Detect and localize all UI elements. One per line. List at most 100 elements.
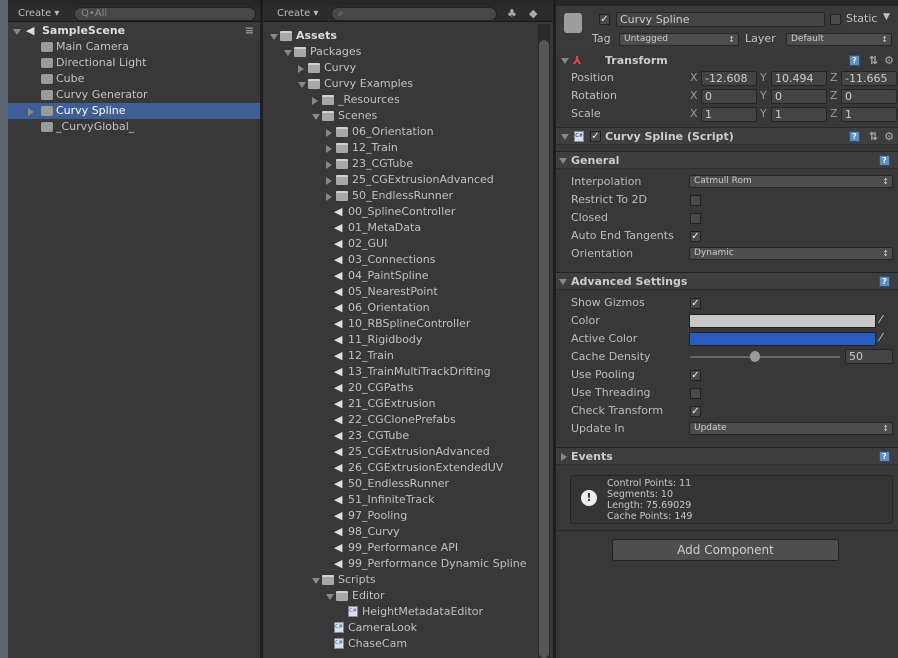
static-label[interactable]: Static: [846, 12, 877, 25]
help-icon[interactable]: ?: [849, 55, 860, 66]
check-transform-checkbox[interactable]: ✓: [690, 406, 701, 417]
filter-label-icon[interactable]: ◆: [529, 7, 537, 20]
project-item[interactable]: ◀ 10_RBSplineController: [263, 316, 553, 332]
advanced-section-header[interactable]: Advanced Settings ?: [556, 272, 898, 290]
scene-menu-icon[interactable]: ≡: [245, 23, 254, 39]
project-item[interactable]: ◀ 51_InfiniteTrack: [263, 492, 553, 508]
cache-density-field[interactable]: 50: [845, 349, 893, 364]
hierarchy-item[interactable]: Directional Light: [8, 55, 260, 71]
name-field[interactable]: Curvy Spline: [616, 12, 825, 27]
expand-arrow-icon[interactable]: [312, 578, 320, 584]
project-item[interactable]: Scenes: [263, 108, 553, 124]
project-item[interactable]: ◀ 23_CGTube: [263, 428, 553, 444]
project-item[interactable]: Packages: [263, 44, 553, 60]
cache-density-slider[interactable]: [690, 351, 840, 362]
project-item[interactable]: 50_EndlessRunner: [263, 188, 553, 204]
add-component-button[interactable]: Add Component: [612, 539, 839, 561]
expand-arrow-icon[interactable]: [312, 114, 320, 120]
general-section-header[interactable]: General ?: [556, 151, 898, 169]
project-item[interactable]: ◀ 11_Rigidbody: [263, 332, 553, 348]
scene-row[interactable]: ◀ SampleScene ≡: [8, 23, 260, 39]
transform-x-field[interactable]: -12.608: [701, 71, 757, 86]
tag-dropdown[interactable]: Untagged: [619, 33, 739, 46]
eyedropper-icon[interactable]: ⁄: [880, 331, 882, 344]
restrict-2d-checkbox[interactable]: [690, 195, 701, 206]
color-swatch[interactable]: [689, 314, 876, 328]
project-item[interactable]: C# CameraLook: [263, 620, 553, 636]
expand-arrow-icon[interactable]: [326, 594, 334, 600]
project-item[interactable]: ◀ 02_GUI: [263, 236, 553, 252]
layer-dropdown[interactable]: Default: [786, 33, 892, 46]
project-item[interactable]: ◀ 98_Curvy: [263, 524, 553, 540]
slider-knob[interactable]: [749, 351, 760, 362]
project-item[interactable]: _Resources: [263, 92, 553, 108]
project-item[interactable]: ◀ 26_CGExtrusionExtendedUV: [263, 460, 553, 476]
expand-arrow-icon[interactable]: [326, 177, 332, 185]
closed-checkbox[interactable]: [690, 213, 701, 224]
project-item[interactable]: ◀ 99_Performance API: [263, 540, 553, 556]
expand-arrow-icon[interactable]: [13, 29, 21, 35]
preset-icon[interactable]: ⇅: [869, 52, 878, 69]
static-dropdown-icon[interactable]: ▼: [883, 12, 890, 22]
expand-arrow-icon[interactable]: [312, 97, 318, 105]
project-item[interactable]: ◀ 05_NearestPoint: [263, 284, 553, 300]
expand-arrow-icon[interactable]: [284, 50, 292, 56]
eyedropper-icon[interactable]: ⁄: [880, 313, 882, 326]
hierarchy-item[interactable]: _CurvyGlobal_: [8, 119, 260, 135]
update-in-dropdown[interactable]: Update: [689, 422, 893, 435]
project-item[interactable]: ◀ 03_Connections: [263, 252, 553, 268]
project-item[interactable]: ◀ 99_Performance Dynamic Spline: [263, 556, 553, 572]
active-checkbox[interactable]: ✓: [599, 14, 610, 25]
project-item[interactable]: ◀ 20_CGPaths: [263, 380, 553, 396]
help-icon[interactable]: ?: [879, 276, 890, 287]
show-gizmos-checkbox[interactable]: ✓: [690, 298, 701, 309]
project-item[interactable]: 23_CGTube: [263, 156, 553, 172]
gear-icon[interactable]: ⚙: [884, 128, 894, 145]
project-search-input[interactable]: ⌕: [331, 7, 497, 21]
project-item[interactable]: ◀ 13_TrainMultiTrackDrifting: [263, 364, 553, 380]
expand-arrow-icon[interactable]: [326, 145, 332, 153]
static-checkbox[interactable]: [830, 14, 841, 25]
expand-arrow-icon[interactable]: [270, 34, 278, 40]
transform-x-field[interactable]: 1: [701, 107, 757, 122]
project-item[interactable]: ◀ 22_CGClonePrefabs: [263, 412, 553, 428]
expand-arrow-icon[interactable]: [326, 193, 332, 201]
project-item[interactable]: ◀ 06_Orientation: [263, 300, 553, 316]
transform-header[interactable]: ⅄ Transform ? ⇅ ⚙: [556, 52, 898, 70]
project-item[interactable]: ◀ 25_CGExtrusionAdvanced: [263, 444, 553, 460]
orientation-dropdown[interactable]: Dynamic: [689, 247, 893, 260]
project-item[interactable]: Scripts: [263, 572, 553, 588]
project-item[interactable]: ◀ 01_MetaData: [263, 220, 553, 236]
script-header[interactable]: C# ✓ Curvy Spline (Script) ? ⇅ ⚙: [556, 127, 898, 145]
preset-icon[interactable]: ⇅: [869, 128, 878, 145]
project-item[interactable]: ◀ 00_SplineController: [263, 204, 553, 220]
transform-y-field[interactable]: 0: [771, 89, 827, 104]
project-item[interactable]: Curvy: [263, 60, 553, 76]
help-icon[interactable]: ?: [879, 451, 890, 462]
gear-icon[interactable]: ⚙: [884, 52, 894, 69]
use-threading-checkbox[interactable]: [690, 388, 701, 399]
transform-z-field[interactable]: 0: [841, 89, 897, 104]
expand-arrow-icon[interactable]: [326, 161, 332, 169]
help-icon[interactable]: ?: [849, 131, 860, 142]
project-create-button[interactable]: Create ▾: [271, 7, 318, 21]
auto-end-tangents-checkbox[interactable]: ✓: [690, 231, 701, 242]
project-item[interactable]: Curvy Examples: [263, 76, 553, 92]
expand-arrow-icon[interactable]: [298, 82, 306, 88]
project-item[interactable]: ◀ 04_PaintSpline: [263, 268, 553, 284]
transform-z-field[interactable]: 1: [841, 107, 897, 122]
transform-x-field[interactable]: 0: [701, 89, 757, 104]
hierarchy-search-input[interactable]: Q•All: [74, 7, 256, 21]
transform-y-field[interactable]: 10.494: [771, 71, 827, 86]
project-item[interactable]: ◀ 12_Train: [263, 348, 553, 364]
project-item[interactable]: Assets: [263, 28, 553, 44]
script-enabled-checkbox[interactable]: ✓: [590, 131, 601, 142]
interpolation-dropdown[interactable]: Catmull Rom: [689, 175, 893, 188]
hierarchy-item[interactable]: Curvy Spline: [8, 103, 260, 119]
project-item[interactable]: C# ChaseCam: [263, 636, 553, 652]
filter-type-icon[interactable]: ♣: [507, 7, 517, 20]
use-pooling-checkbox[interactable]: ✓: [690, 370, 701, 381]
project-item[interactable]: ◀ 21_CGExtrusion: [263, 396, 553, 412]
project-item[interactable]: 12_Train: [263, 140, 553, 156]
hierarchy-item[interactable]: Curvy Generator: [8, 87, 260, 103]
